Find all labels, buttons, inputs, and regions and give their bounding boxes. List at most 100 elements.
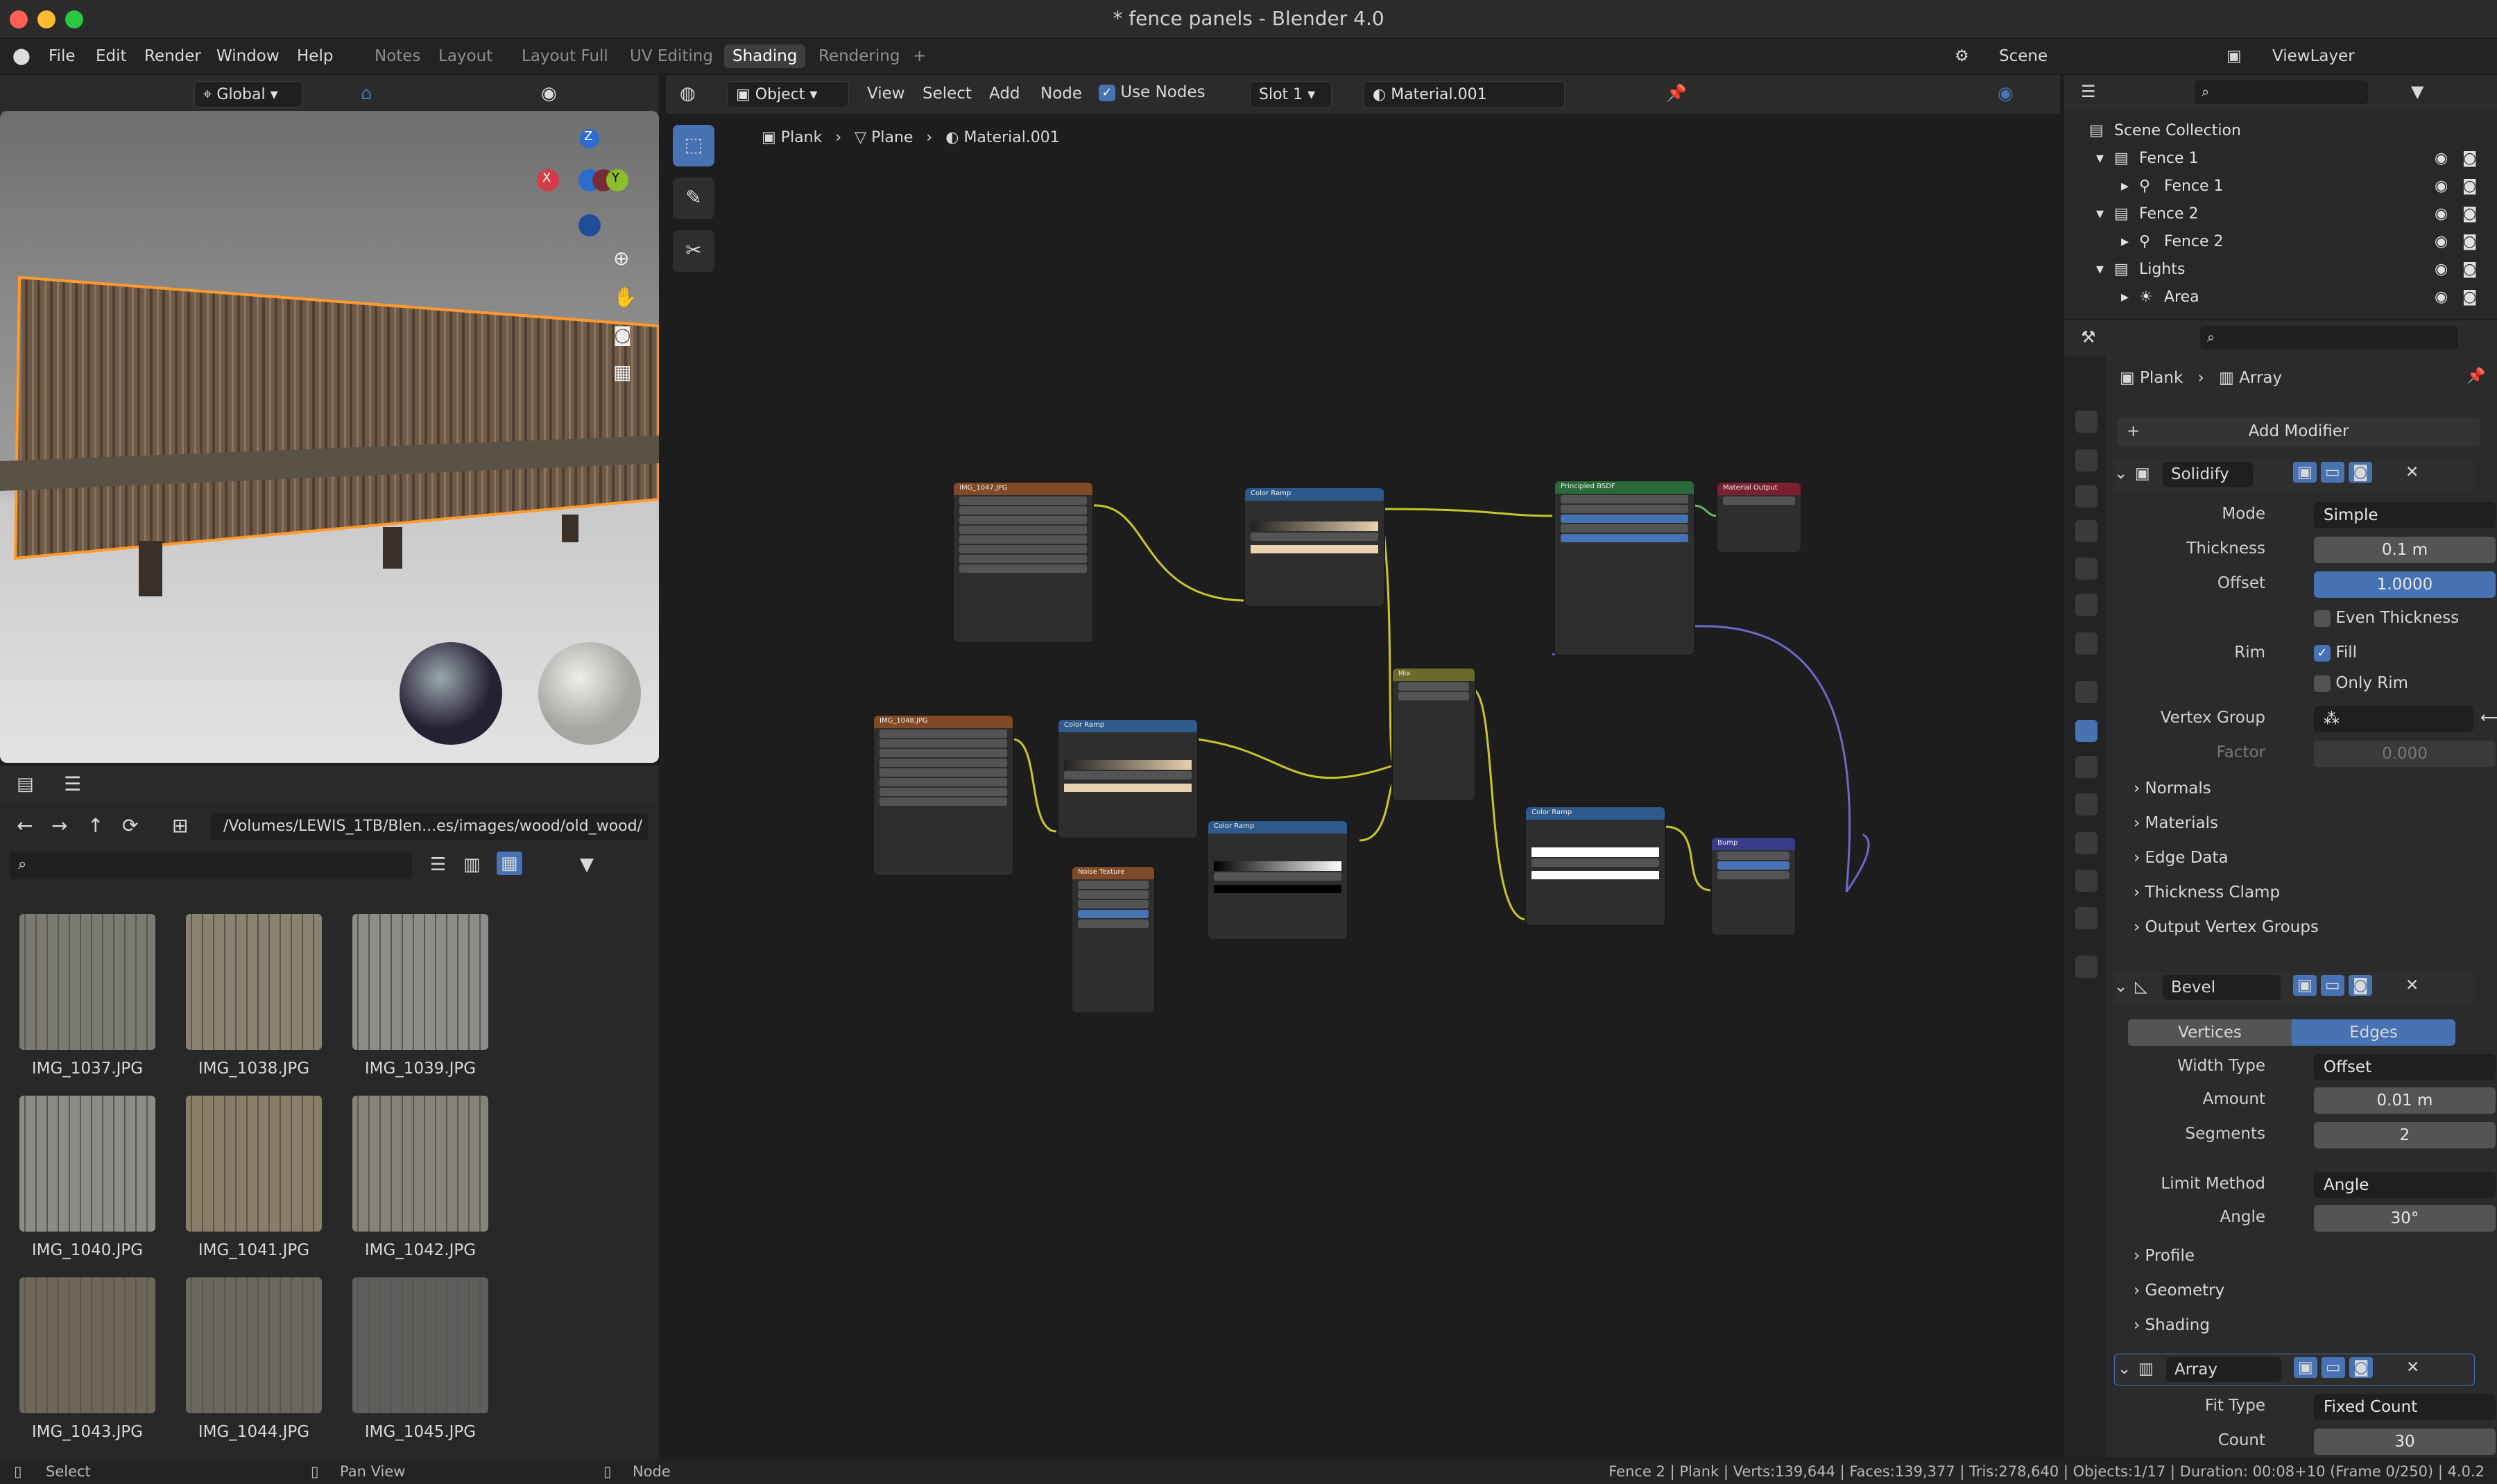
texture-tab-icon[interactable] <box>2075 956 2097 978</box>
editor-type-icon[interactable]: ◍ <box>680 83 696 104</box>
only-rim-checkbox[interactable] <box>2314 675 2331 692</box>
forward-arrow-icon[interactable]: → <box>51 814 67 837</box>
mode-dropdown[interactable]: ▣ Object ▾ <box>727 81 849 107</box>
collapse-triangle-icon[interactable]: ▸ <box>2121 288 2129 306</box>
edit-mode-toggle-icon[interactable]: ▣ <box>2293 462 2317 483</box>
scene-icon[interactable]: ⚙ <box>1955 47 1969 65</box>
gizmo-x-label[interactable]: X <box>542 171 551 185</box>
edit-mode-toggle-icon[interactable]: ▣ <box>2293 975 2317 996</box>
width-type-dropdown[interactable]: Offset <box>2314 1054 2496 1080</box>
render-camera-icon[interactable]: ◙ <box>2462 233 2477 250</box>
list-view-icon[interactable]: ☰ <box>430 854 446 875</box>
file-name[interactable]: IMG_1041.JPG <box>171 1241 337 1259</box>
tool-tab-icon[interactable] <box>2075 411 2097 433</box>
subpanel-shading[interactable]: › Shading <box>2134 1316 2210 1334</box>
menu-view[interactable]: View <box>867 85 905 103</box>
visibility-eye-icon[interactable]: ◉ <box>2435 288 2448 306</box>
data-tab-icon[interactable] <box>2075 870 2097 892</box>
material-selector[interactable]: ◐ Material.001 <box>1364 81 1565 107</box>
viewport-toggle-icon[interactable]: ▭ <box>2321 975 2344 996</box>
tab-edges[interactable]: Edges <box>2292 1019 2455 1046</box>
file-thumbnail[interactable] <box>352 1277 488 1413</box>
file-search-input[interactable]: ⌕ <box>10 852 412 879</box>
visibility-eye-icon[interactable]: ◉ <box>2435 233 2448 250</box>
blender-logo-icon[interactable]: ⬤ <box>12 47 31 65</box>
menu-hamburger-icon[interactable]: ☰ <box>64 773 81 795</box>
mode-dropdown[interactable]: Simple <box>2314 502 2496 528</box>
edit-mode-toggle-icon[interactable]: ▣ <box>2294 1357 2317 1378</box>
add-workspace-icon[interactable]: + <box>913 47 926 65</box>
collapse-chevron-icon[interactable]: ⌄ <box>2114 465 2127 483</box>
file-name[interactable]: IMG_1044.JPG <box>171 1423 337 1441</box>
pan-hand-icon[interactable]: ✋ <box>613 286 637 309</box>
particles-tab-icon[interactable] <box>2075 756 2097 778</box>
new-folder-icon[interactable]: ⊞ <box>172 814 188 837</box>
tab-shading[interactable]: Shading <box>724 44 806 68</box>
mix-node[interactable]: Mix <box>1393 668 1475 800</box>
filter-icon[interactable]: ▼ <box>580 854 594 875</box>
scene-tab-icon[interactable] <box>2075 558 2097 580</box>
node-editor-canvas[interactable]: ⬚ ✎ ✂ ▣ Plank › ▽ Plane › ◐ Material.001… <box>666 114 2060 1452</box>
outliner-row[interactable]: ▤ Scene Collection <box>2064 118 2480 146</box>
file-name[interactable]: IMG_1042.JPG <box>337 1241 504 1259</box>
limit-method-dropdown[interactable]: Angle <box>2314 1172 2496 1198</box>
expand-triangle-icon[interactable]: ▾ <box>2096 205 2104 223</box>
expand-triangle-icon[interactable]: ▾ <box>2096 261 2104 278</box>
editor-type-icon[interactable]: ☰ <box>2081 82 2096 101</box>
array-modifier-header[interactable]: ⌄ ▥ Array ▣ ▭ ◙ ✕ <box>2114 1354 2475 1386</box>
render-toggle-icon[interactable]: ◙ <box>2349 975 2373 996</box>
camera-icon[interactable]: ◙ <box>613 323 632 346</box>
filter-icon[interactable]: ▼ <box>2411 82 2423 101</box>
slot-dropdown[interactable]: Slot 1 ▾ <box>1250 81 1332 107</box>
principled-bsdf-node[interactable]: Principled BSDF <box>1555 481 1694 655</box>
menu-node[interactable]: Node <box>1040 85 1082 103</box>
outliner-row[interactable]: ▸ ⚲ Fence 2 ◉ ◙ <box>2064 229 2480 257</box>
editor-type-icon[interactable]: ▤ <box>17 774 34 795</box>
view-layer-selector[interactable]: ViewLayer <box>2272 47 2355 65</box>
outliner-row[interactable]: ▾ ▤ Lights ◉ ◙ <box>2064 257 2480 284</box>
3d-viewport[interactable]: X Y Z ⊕ ✋ ◙ ▦ <box>0 111 659 763</box>
menu-render[interactable]: Render <box>144 47 201 65</box>
subpanel-edge-data[interactable]: › Edge Data <box>2134 849 2229 867</box>
visibility-eye-icon[interactable]: ◉ <box>2435 178 2448 195</box>
menu-select[interactable]: Select <box>923 85 972 103</box>
only-rim-row[interactable]: Only Rim <box>2106 668 2480 700</box>
modifier-name-field[interactable]: Solidify <box>2163 462 2253 487</box>
pin-icon[interactable]: 📌 <box>2466 368 2485 385</box>
render-camera-icon[interactable]: ◙ <box>2462 261 2477 278</box>
count-field[interactable]: 30 <box>2314 1429 2496 1455</box>
fill-checkbox[interactable]: ✓ <box>2314 644 2331 662</box>
file-thumbnail[interactable] <box>186 914 322 1050</box>
file-name[interactable]: IMG_1040.JPG <box>4 1241 171 1259</box>
file-thumbnail[interactable] <box>352 914 488 1050</box>
material-output-node[interactable]: Material Output <box>1717 483 1801 552</box>
view-layer-icon[interactable]: ▣ <box>2226 47 2242 65</box>
pin-icon[interactable]: 📌 <box>1666 83 1687 103</box>
output-tab-icon[interactable] <box>2075 485 2097 508</box>
tab-vertices[interactable]: Vertices <box>2128 1019 2292 1046</box>
menu-window[interactable]: Window <box>216 47 280 65</box>
add-modifier-button[interactable]: + Add Modifier <box>2117 417 2480 447</box>
modifier-name-field[interactable]: Array <box>2166 1357 2281 1382</box>
fit-type-dropdown[interactable]: Fixed Count <box>2314 1394 2496 1420</box>
delete-modifier-icon[interactable]: ✕ <box>2405 976 2419 994</box>
visibility-eye-icon[interactable]: ◉ <box>2435 205 2448 223</box>
segments-field[interactable]: 2 <box>2314 1122 2496 1148</box>
render-toggle-icon[interactable]: ◙ <box>2349 1357 2374 1378</box>
tab-layout-full[interactable]: Layout Full <box>522 47 608 65</box>
delete-modifier-icon[interactable]: ✕ <box>2406 1358 2419 1377</box>
color-ramp-node-4[interactable]: Color Ramp <box>1526 807 1665 925</box>
file-name[interactable]: IMG_1045.JPG <box>337 1423 504 1441</box>
thumb-view-large-icon[interactable]: ▦ <box>497 852 522 875</box>
parent-dir-icon[interactable]: ↑ <box>87 814 103 837</box>
thumb-view-small-icon[interactable]: ▥ <box>463 854 481 875</box>
file-thumbnail[interactable] <box>186 1096 322 1232</box>
image-texture-node-2[interactable]: IMG_1048.JPG <box>874 716 1013 875</box>
menu-add[interactable]: Add <box>989 85 1020 103</box>
menu-file[interactable]: File <box>49 47 76 65</box>
editor-type-icon[interactable]: ⚒ <box>2081 327 2096 347</box>
offset-slider[interactable]: 1.0000 <box>2314 571 2496 598</box>
collapse-chevron-icon[interactable]: ⌄ <box>2114 978 2127 996</box>
amount-field[interactable]: 0.01 m <box>2314 1087 2496 1114</box>
snap-icon[interactable]: ⌂ <box>361 83 372 104</box>
